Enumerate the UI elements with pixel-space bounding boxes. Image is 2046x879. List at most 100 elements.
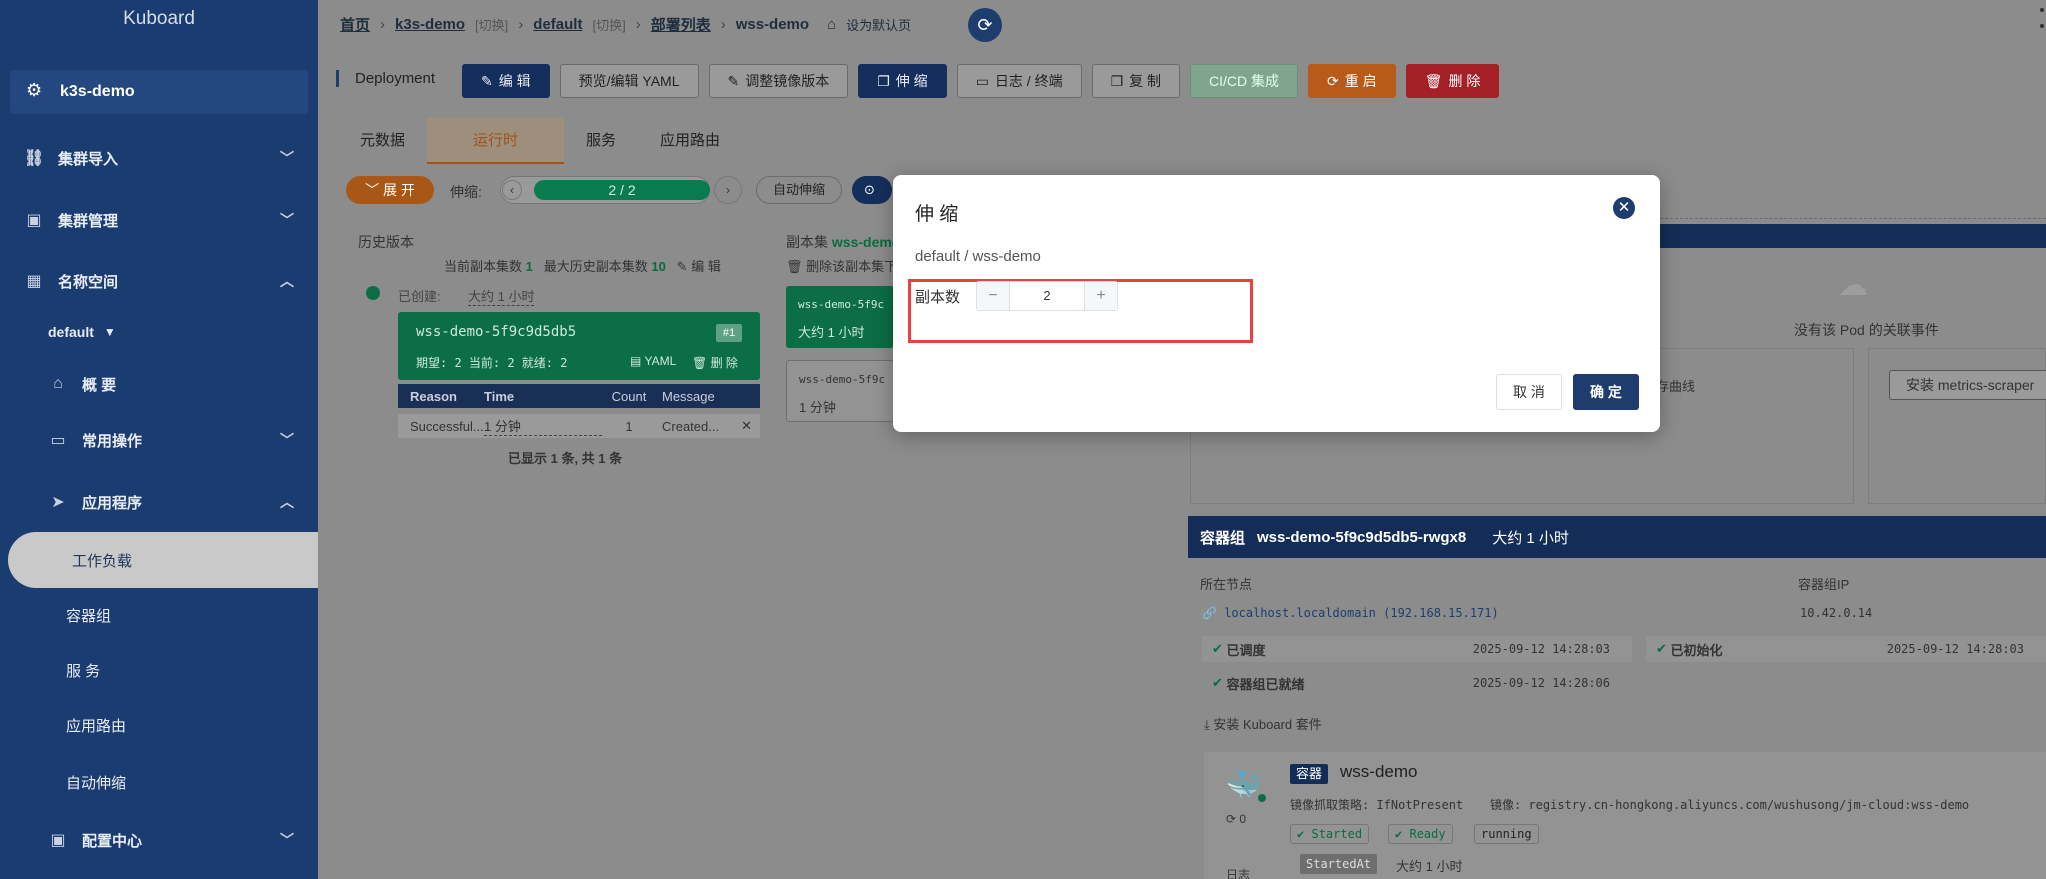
pull-policy: 镜像抓取策略: IfNotPresent [1290,798,1464,812]
cancel-button[interactable]: 取 消 [1496,374,1562,410]
replica-stepper: − 2 + [976,281,1118,311]
rs-delete-link[interactable]: 🗑 删 除 [692,354,738,371]
breadcrumb-home[interactable]: 首页 [340,14,370,35]
scale-up-icon[interactable]: › [714,176,742,204]
pod-age: 大约 1 小时 [798,325,865,340]
col-message: Message [662,388,715,404]
more-icon[interactable] [2040,8,2044,12]
label: 编 辑 [498,73,531,89]
tag-started: ✔ Started [1290,824,1370,844]
replicaset-card[interactable]: wss-demo-5f9c9d5db5 #1 期望: 2 当前: 2 就绪: 2… [398,312,760,380]
label: 副本集 [786,234,828,250]
cluster-selector[interactable]: ⚙ k3s-demo [10,70,308,114]
rs-badge: #1 [716,324,742,342]
sidebar-item-workload[interactable]: 工作负载 [8,532,330,588]
breadcrumb: 首页 › k3s-demo [切换] › default [切换] › 部署列表 › wss… [340,14,912,35]
rs-title-name: wss-demo [831,234,901,250]
home-icon: ⌂ [827,16,837,33]
scale-button[interactable]: ❐ 伸 缩 [858,64,947,98]
menu-label: 配置中心 [82,832,143,850]
menu-common-ops[interactable]: ▭ 常用操作 ﹀ [0,420,318,460]
menu-config-center[interactable]: ▣ 配置中心 ﹀ [0,820,318,860]
increment-button[interactable]: + [1085,282,1117,310]
autoscale-button[interactable]: 自动伸缩 [756,176,842,204]
label: Ready [1409,827,1446,841]
expand-button[interactable]: ﹀ 展 开 [346,176,434,204]
node-link[interactable]: 🔗 localhost.localdomain (192.168.15.171) [1202,606,1499,620]
scale-label: 伸缩: [450,184,482,200]
rs-yaml-link[interactable]: ▤ YAML [630,354,676,368]
copy-button[interactable]: ❐ 复 制 [1091,64,1181,98]
menu-label: 集群管理 [58,212,119,230]
switch-namespace-link[interactable]: [切换] [592,15,625,34]
tab-service[interactable]: 服务 [564,118,638,164]
history-meta: 当前副本集数 1 最大历史副本集数 10 ✎ 编 辑 [444,256,721,275]
tab-ingress[interactable]: 应用路由 [638,118,742,164]
sidebar-item-autoscale[interactable]: 自动伸缩 [0,763,318,801]
breadcrumb-list[interactable]: 部署列表 [651,14,711,35]
restart-button[interactable]: ⟳ 重 启 [1308,64,1396,98]
set-default-link[interactable]: 设为默认页 [846,15,911,34]
dialog-subtitle: default / wss-demo [915,248,1041,265]
decrement-button[interactable]: − [977,282,1009,310]
scale-down-icon[interactable]: ‹ [502,180,522,200]
menu-cluster-manage[interactable]: ▣ 集群管理 ﹀ [0,200,318,240]
label: YAML [644,354,677,368]
close-icon[interactable]: ✕ [741,418,760,434]
divider [1660,218,2046,220]
tab-metadata[interactable]: 元数据 [338,118,427,164]
pod-card-new[interactable]: wss-demo-5f9c 1 分钟 [786,360,894,422]
refresh-button[interactable]: ⟳ [968,8,1002,42]
condition-scheduled: ✔ 已调度 2025-09-12 14:28:03 [1202,636,1632,662]
logs-button[interactable]: ▭ 日志 / 终端 [956,64,1082,98]
image-version-button[interactable]: ✎ 调整镜像版本 [708,64,849,98]
cicd-button[interactable]: CI/CD 集成 [1190,64,1299,98]
close-icon[interactable]: ✕ [1613,197,1635,219]
sidebar-item-services[interactable]: 服 务 [0,651,318,689]
label: 安装 Kuboard 套件 [1213,717,1322,732]
breadcrumb-namespace[interactable]: default [533,16,582,33]
confirm-button[interactable]: 确 定 [1573,374,1639,410]
menu-applications[interactable]: ➤ 应用程序 ︿ [0,482,318,522]
pod-header-age: 大约 1 小时 [1492,529,1569,547]
events-summary: 已显示 1 条, 共 1 条 [508,451,623,466]
switch-cluster-link[interactable]: [切换] [475,15,508,34]
pod-card-running[interactable]: wss-demo-5f9c 大约 1 小时 [786,286,894,348]
sidebar-item-pods[interactable]: 容器组 [0,596,318,634]
tab-runtime[interactable]: 运行时 [427,118,565,164]
events-row: Successful... 1 分钟 1 Created... ✕ [398,414,760,438]
condition-ready: ✔ 容器组已就绪 2025-09-12 14:28:06 [1202,670,1632,696]
toolbar: ✎ 编 辑 预览/编辑 YAML ✎ 调整镜像版本 ❐ 伸 缩 ▭ 日志 / 终端 ❐ 复… [462,64,1500,98]
cluster-name: k3s-demo [60,83,135,100]
menu-cluster-import[interactable]: ⛓ 集群导入 ﹀ [0,138,318,178]
no-events-text: 没有该 Pod 的关联事件 [1794,322,1939,338]
sidebar-item-ingress[interactable]: 应用路由 [0,706,318,744]
breadcrumb-cluster[interactable]: k3s-demo [395,16,465,33]
log-label[interactable]: 日志 [1226,866,1250,879]
yaml-button[interactable]: 预览/编辑 YAML [559,64,699,98]
resource-kind: Deployment [336,70,435,87]
value: 0 [1239,812,1247,826]
menu-overview[interactable]: ⌂ 概 要 [0,364,318,404]
history-edit-link[interactable]: 编 辑 [691,259,721,274]
time: 2025-09-12 14:28:03 [1472,642,1610,656]
install-suite-link[interactable]: ⤓ 安装 Kuboard 套件 [1204,714,1322,733]
delete-button[interactable]: 🗑 删 除 [1405,64,1500,98]
more-icon[interactable] [2040,24,2044,28]
namespace-dropdown[interactable]: default ▼ [0,313,318,351]
options-icon[interactable]: ⊙ [852,176,892,204]
node-value: localhost.localdomain (192.168.15.171) [1224,606,1499,620]
time: 2025-09-12 14:28:03 [1886,642,2024,656]
edit-button[interactable]: ✎ 编 辑 [462,64,550,98]
events-header: Reason Time Count Message [398,384,760,408]
install-metrics-button[interactable]: 安装 metrics-scraper [1889,370,2046,400]
label: Started [1311,827,1363,841]
replica-input[interactable]: 2 [1009,282,1085,310]
replica-label: 副本数 [915,289,961,306]
col-time: Time [484,388,515,404]
container-name: wss-demo [1340,762,1418,781]
menu-namespace[interactable]: ▦ 名称空间 ︿ [0,261,318,301]
chevron-down-icon: ﹀ [280,832,294,848]
rs-status: 期望: 2 当前: 2 就绪: 2 [416,356,568,370]
rs-delete-pods-link[interactable]: 🗑 删除该副本集下 [786,256,897,275]
